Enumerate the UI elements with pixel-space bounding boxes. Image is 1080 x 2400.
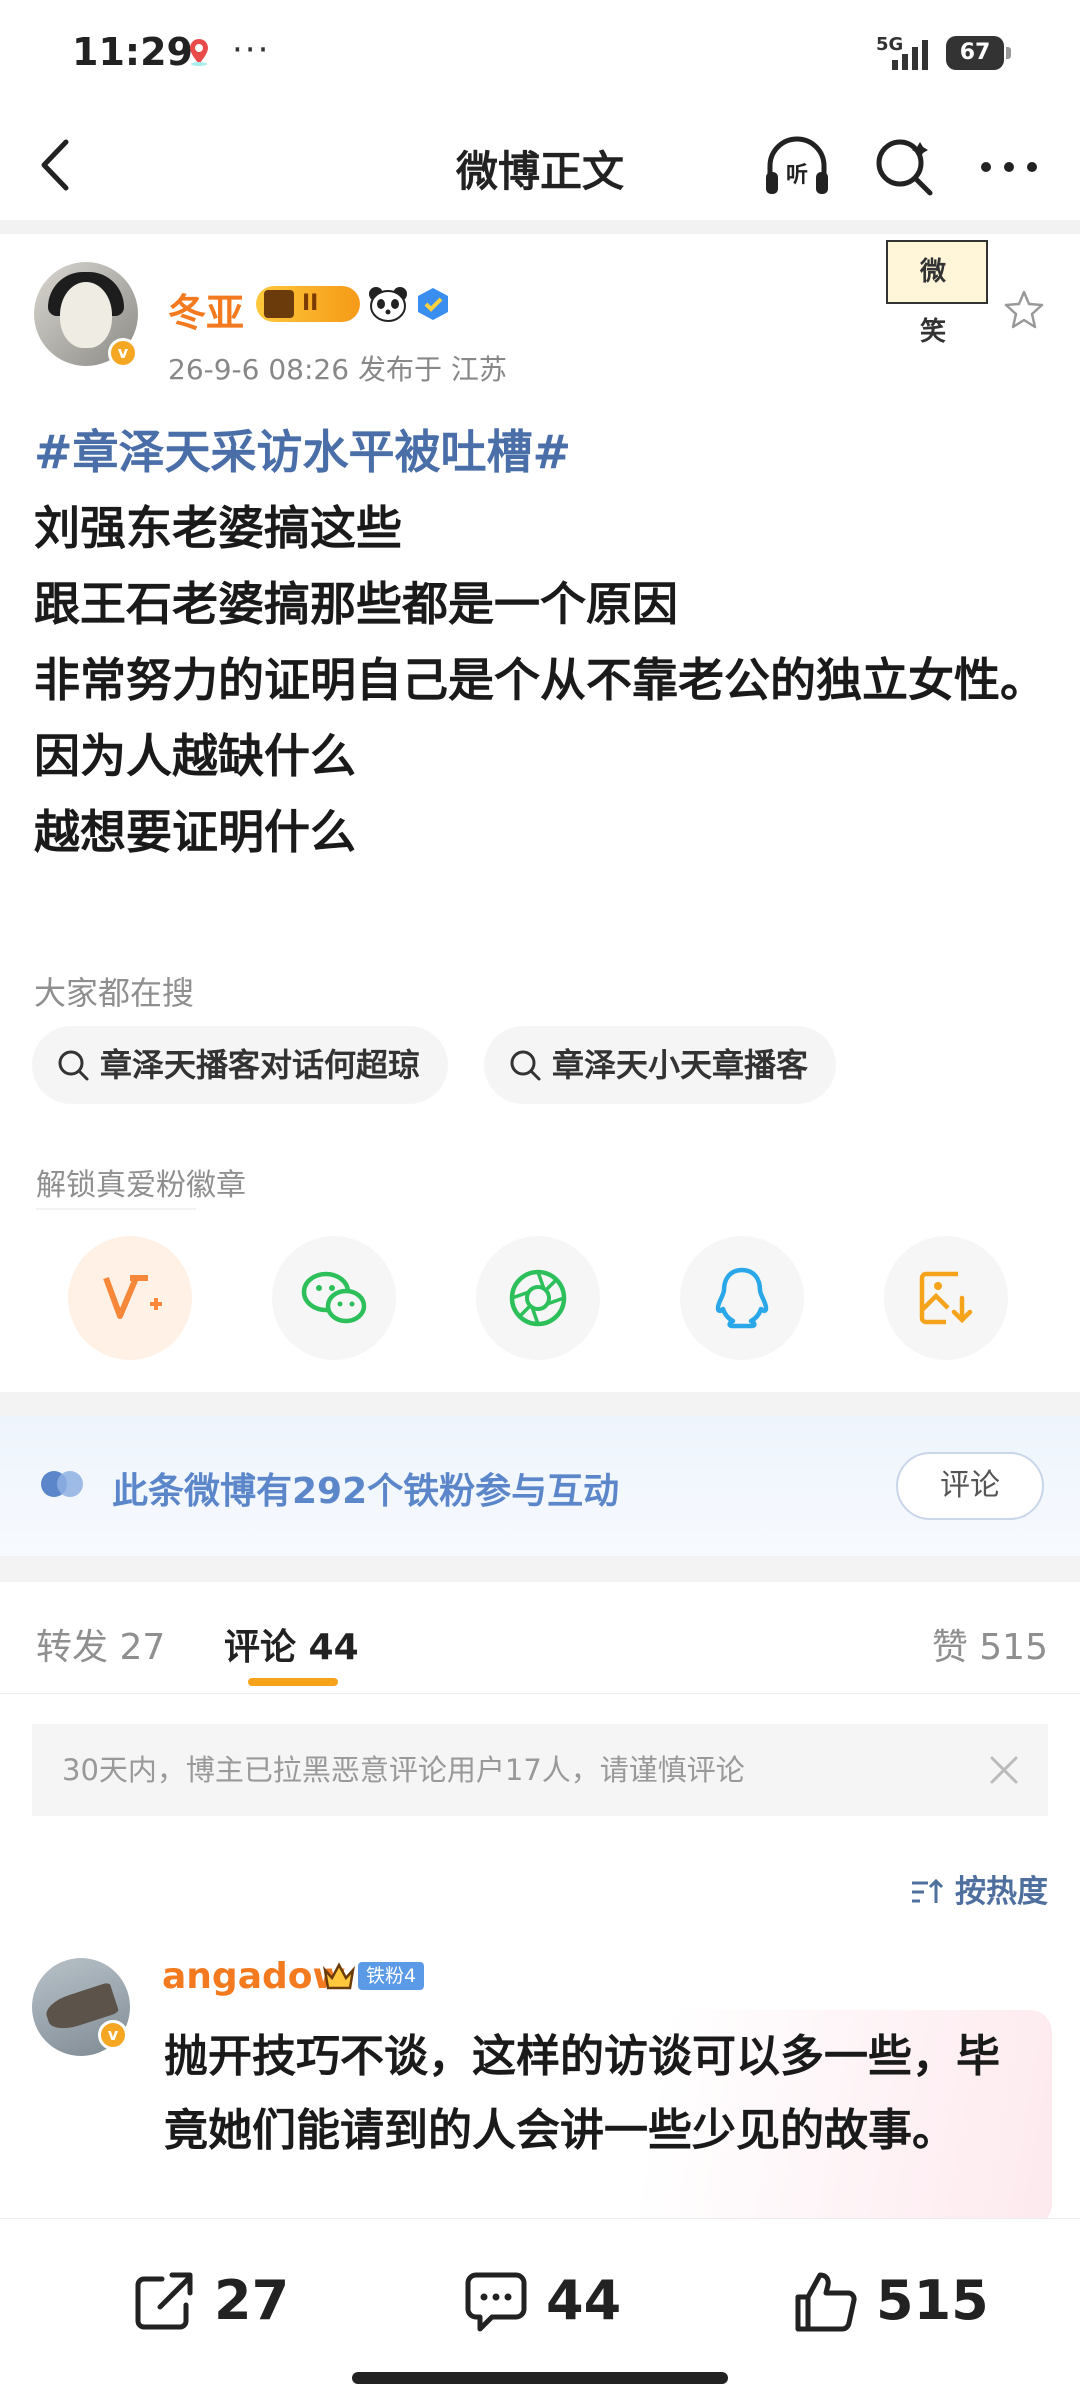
home-indicator	[352, 2372, 728, 2384]
save-image-icon	[919, 1271, 973, 1325]
hot-search-chip[interactable]: 章泽天小天章播客	[484, 1026, 837, 1104]
vplus-icon	[103, 1275, 162, 1319]
section-gap	[0, 1392, 1080, 1416]
tab-like[interactable]: 赞 515	[932, 1618, 1048, 1670]
save-image-button[interactable]	[884, 1236, 1008, 1360]
iron-fan-badge: 铁粉4	[358, 1962, 425, 1990]
panda-badge-icon	[369, 287, 407, 322]
crown-icon	[264, 290, 294, 318]
location-pin-icon	[190, 39, 208, 66]
crown-icon	[323, 1962, 355, 1990]
sort-by-hot-button[interactable]: 按热度	[910, 1866, 1048, 1911]
svg-text:听: 听	[786, 163, 808, 188]
hot-search-chip-label: 章泽天小天章播客	[552, 1046, 809, 1084]
unlock-fan-badge-label: 解锁真爱粉徽章	[36, 1168, 246, 1203]
qq-share-button[interactable]	[680, 1236, 804, 1360]
search-icon	[58, 1050, 89, 1081]
more-options-icon[interactable]	[972, 132, 1046, 202]
fans-interaction-icon	[41, 1471, 83, 1497]
header-divider	[0, 220, 1080, 234]
tab-comment[interactable]: 评论 44	[224, 1618, 359, 1670]
sort-label: 按热度	[955, 1874, 1048, 1910]
wechat-icon	[301, 1271, 367, 1324]
comment-icon	[465, 2272, 527, 2332]
vplus-share-button[interactable]	[68, 1236, 192, 1360]
hot-search-title: 大家都在搜	[34, 974, 195, 1012]
repost-count: 27	[214, 2269, 290, 2332]
top-nav: 微博正文 听	[0, 110, 1080, 220]
unlock-divider	[36, 1208, 196, 1210]
member-crown-badge: II	[256, 286, 360, 322]
commenter-name[interactable]: angadow	[162, 1956, 346, 1997]
wechat-share-button[interactable]	[272, 1236, 396, 1360]
post-body: #章泽天采访水平被吐槽# 刘强东老婆搞这些 跟王石老婆搞那些都是一个原因 非常努…	[34, 414, 1054, 870]
search-icon	[510, 1050, 541, 1081]
active-tab-underline	[248, 1678, 338, 1686]
notice-text: 30天内，博主已拉黑恶意评论用户17人，请谨慎评论	[62, 1753, 745, 1787]
moments-share-button[interactable]	[476, 1236, 600, 1360]
battery-indicator: 67	[946, 36, 1011, 70]
search-icon[interactable]	[870, 132, 940, 202]
blocked-users-notice: 30天内，博主已拉黑恶意评论用户17人，请谨慎评论	[32, 1724, 1048, 1816]
close-icon[interactable]	[988, 1754, 1020, 1786]
smile-sticker: 微笑	[886, 240, 988, 347]
tab-repost[interactable]: 转发 27	[36, 1618, 165, 1670]
post-text: 刘强东老婆搞这些 跟王石老婆搞那些都是一个原因 非常努力的证明自己是个从不靠老公…	[34, 501, 1046, 859]
verified-badge-icon: v	[108, 338, 138, 368]
moments-icon	[509, 1269, 567, 1327]
status-time: 11:29	[72, 30, 193, 74]
listen-headphones-icon[interactable]: 听	[760, 132, 834, 202]
iron-fans-banner: 此条微博有292个铁粉参与互动 评论	[0, 1416, 1080, 1556]
favorite-star-icon[interactable]	[1002, 288, 1046, 332]
comment-count: 44	[546, 2269, 622, 2332]
verified-badge-icon: v	[98, 2020, 128, 2050]
status-more-dots: ···	[232, 30, 271, 70]
blue-medal-icon	[418, 288, 448, 320]
sort-icon	[912, 1878, 944, 1903]
post-timestamp-location: 26-9-6 08:26 发布于 江苏	[168, 353, 507, 386]
author-name[interactable]: 冬亚	[168, 282, 244, 337]
thumbs-up-icon	[795, 2272, 857, 2332]
iron-fans-text: 此条微博有292个铁粉参与互动	[112, 1471, 620, 1512]
post-hashtag-link[interactable]: #章泽天采访水平被吐槽#	[34, 414, 1054, 490]
comment-text: 抛开技巧不谈，这样的访谈可以多一些，毕竟她们能请到的人会讲一些少见的故事。	[164, 2031, 1000, 2156]
status-bar: 11:29 ··· 5G 67	[0, 0, 1080, 110]
qq-icon	[715, 1267, 769, 1329]
like-count: 515	[876, 2269, 989, 2332]
section-gap	[0, 1556, 1080, 1582]
comment-button[interactable]: 评论	[896, 1452, 1044, 1520]
signal-icon	[892, 40, 928, 70]
hot-search-chip-label: 章泽天播客对话何超琼	[100, 1046, 421, 1084]
repost-icon	[135, 2272, 193, 2330]
interaction-tabs: 转发 27 评论 44 赞 515	[0, 1582, 1080, 1694]
hot-search-chip[interactable]: 章泽天播客对话何超琼	[32, 1026, 449, 1104]
